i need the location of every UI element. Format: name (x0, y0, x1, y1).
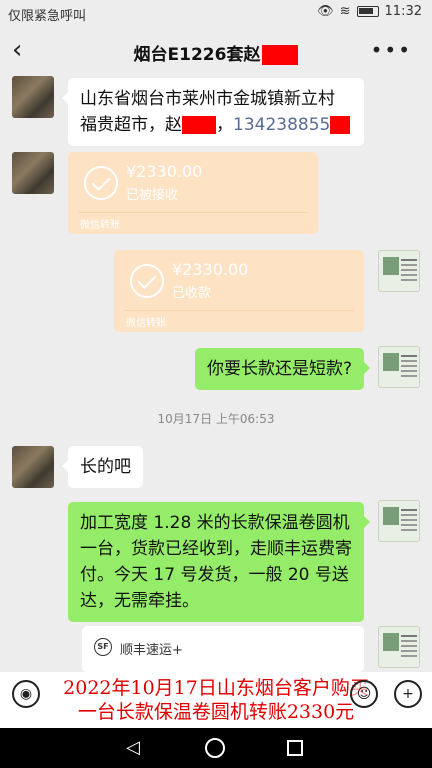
clock-time: 11:32 (384, 4, 422, 19)
message-detail[interactable]: 加工宽度 1.28 米的长款保温卷圆机一台，货款已经收到，走顺丰运费寄付。今天 … (68, 502, 370, 622)
emoji-icon[interactable]: ☺ (350, 680, 378, 708)
avatar-contact[interactable] (12, 76, 54, 118)
redaction-block (262, 45, 299, 65)
transfer-status: 已收款 (172, 286, 212, 301)
transfer-card-collected[interactable]: ¥2330.00 已收款 微信转账 (114, 250, 364, 332)
transfer-amount: ¥2330.00 (172, 260, 249, 279)
chat-header: ‹ 烟台E1226套赵 ••• (0, 26, 432, 76)
system-nav-bar: ◁ (0, 728, 432, 768)
checkmark-circle-icon (130, 264, 164, 298)
voice-input-icon[interactable]: ◉ (12, 680, 40, 708)
address-prefix: 福贵超市，赵 (80, 115, 182, 135)
avatar-self[interactable] (378, 250, 420, 292)
checkmark-circle-icon (84, 166, 118, 200)
message-reply[interactable]: 长的吧 (62, 446, 143, 488)
sf-express-card[interactable]: SF 顺丰速运+ (82, 626, 364, 672)
sf-logo-icon: SF (94, 638, 112, 656)
message-text: 你要长款还是短款? (206, 359, 352, 379)
message-address[interactable]: 山东省烟台市莱州市金城镇新立村 福贵超市，赵 ，134238855 (62, 78, 364, 146)
message-text: 长的吧 (80, 457, 131, 477)
divider (78, 212, 308, 213)
nav-recent-icon[interactable] (287, 740, 303, 756)
transfer-source: 微信转账 (80, 220, 120, 231)
transfer-source: 微信转账 (126, 318, 166, 329)
card-name: 顺丰速运+ (120, 643, 183, 658)
eye-icon: 👁 (317, 4, 334, 19)
address-line-1: 山东省烟台市莱州市金城镇新立村 (80, 89, 335, 109)
avatar-self[interactable] (378, 626, 420, 668)
redaction-block (330, 116, 351, 134)
avatar-contact[interactable] (12, 446, 54, 488)
carrier-label: 仅限紧急呼叫 (8, 9, 87, 24)
chat-title: 烟台E1226套赵 (0, 40, 432, 65)
avatar-contact[interactable] (12, 152, 54, 194)
nav-back-icon[interactable]: ◁ (126, 736, 140, 760)
chat-timestamp: 10月17日 上午06:53 (157, 412, 275, 426)
chat-title-text: 烟台E1226套赵 (133, 45, 261, 65)
transfer-card-received[interactable]: ¥2330.00 已被接收 微信转账 (68, 152, 318, 234)
more-dots-icon[interactable]: ••• (371, 38, 412, 62)
status-bar: 仅限紧急呼叫 👁 ≋ 11:32 (0, 0, 432, 26)
avatar-self[interactable] (378, 500, 420, 542)
redaction-block (182, 116, 216, 134)
message-question[interactable]: 你要长款还是短款? (194, 348, 371, 390)
status-icons: 👁 ≋ 11:32 (317, 4, 422, 19)
nav-home-icon[interactable] (205, 738, 225, 758)
transfer-amount: ¥2330.00 (126, 162, 203, 181)
phone-link[interactable]: 134238855 (233, 115, 330, 135)
transfer-status: 已被接收 (126, 188, 179, 203)
divider (124, 310, 354, 311)
avatar-self[interactable] (378, 346, 420, 388)
plus-icon[interactable]: + (394, 680, 422, 708)
battery-icon (356, 6, 379, 17)
address-line-2: 福贵超市，赵 ，134238855 (80, 112, 352, 138)
message-text: 加工宽度 1.28 米的长款保温卷圆机一台，货款已经收到，走顺丰运费寄付。今天 … (80, 513, 352, 611)
wifi-icon: ≋ (339, 4, 351, 19)
